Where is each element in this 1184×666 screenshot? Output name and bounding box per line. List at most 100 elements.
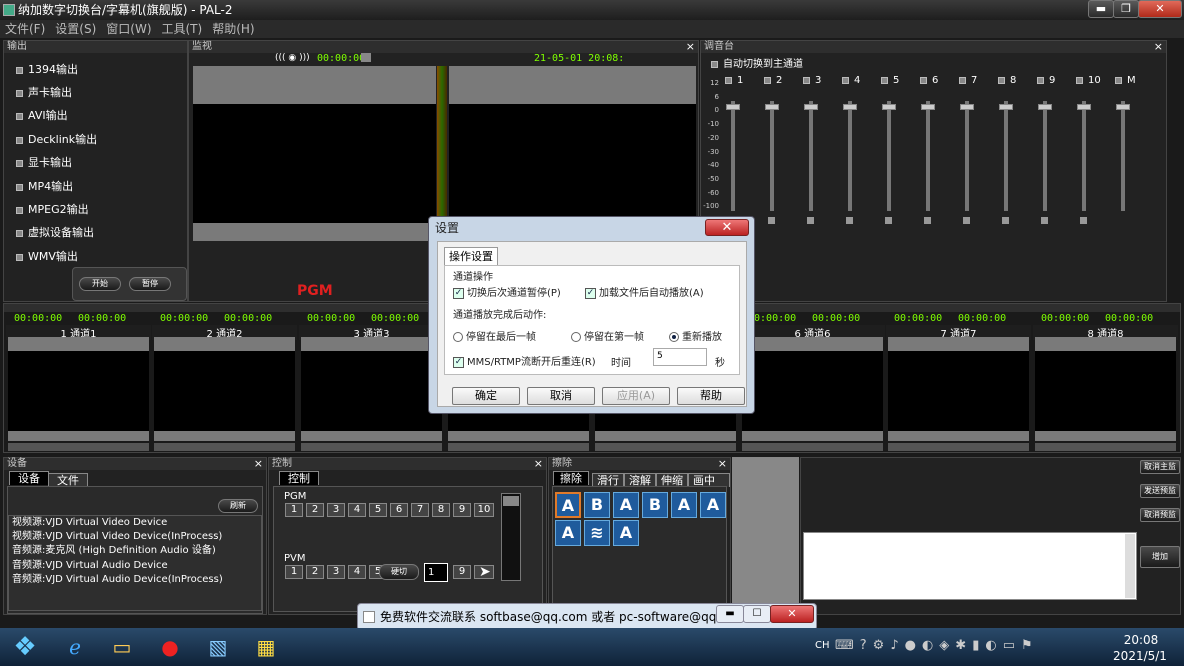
language-indicator[interactable]: CH	[815, 640, 830, 651]
cancel-preview-button[interactable]: 取消预监	[1140, 508, 1180, 522]
snapshot-icon[interactable]	[361, 53, 371, 62]
list-item[interactable]: 视频源:VJD Virtual Video Device(InProcess)	[12, 530, 261, 544]
pgm-button-1[interactable]: 1	[285, 503, 303, 517]
pgm-button-5[interactable]: 5	[369, 503, 387, 517]
start-button[interactable]: 开始	[79, 277, 121, 291]
folder-icon[interactable]: ▭	[102, 631, 142, 663]
menu-window[interactable]: 窗口(W)	[106, 22, 151, 36]
mixer-channel-3[interactable]: 3	[803, 75, 833, 224]
monitor-close-icon[interactable]: ×	[686, 41, 695, 53]
cancel-button[interactable]: 取消	[527, 387, 595, 405]
tab-slide[interactable]: 滑行	[592, 473, 624, 487]
cancel-main-button[interactable]: 取消主监	[1140, 460, 1180, 474]
mixer-close-icon[interactable]: ×	[1154, 41, 1163, 53]
output-item-wmv[interactable]: WMV输出	[16, 248, 78, 264]
channel-8[interactable]: 00:00:00 00:00:00 8 通道8	[1033, 313, 1178, 453]
pgm-button-2[interactable]: 2	[306, 503, 324, 517]
pgm-button-10[interactable]: 10	[474, 503, 494, 517]
output-item-soundcard[interactable]: 声卡输出	[16, 84, 72, 100]
menu-settings[interactable]: 设置(S)	[55, 22, 96, 36]
tab-device[interactable]: 设备	[9, 471, 49, 485]
apply-button[interactable]: 应用(A)	[602, 387, 670, 405]
pause-after-switch-checkbox[interactable]: ✓ 切换后次通道暂停(P)	[453, 284, 561, 299]
float-minimize-button[interactable]: ▬	[716, 605, 744, 623]
list-item[interactable]: 音频源:麦克风 (High Definition Audio 设备)	[12, 544, 261, 558]
list-item[interactable]: 音频源:VJD Virtual Audio Device	[12, 559, 261, 573]
mixer-channel-1[interactable]: 1	[725, 75, 755, 224]
list-item[interactable]: 视频源:VJD Virtual Video Device	[12, 516, 261, 530]
minimize-button[interactable]: ▬	[1088, 0, 1114, 18]
pause-button[interactable]: 暂停	[129, 277, 171, 291]
float-close-button[interactable]: ✕	[770, 605, 814, 623]
help-button[interactable]: 帮助	[677, 387, 745, 405]
caption-text-area[interactable]	[803, 532, 1137, 600]
output-item-virtual[interactable]: 虚拟设备输出	[16, 224, 94, 240]
effects-close-icon[interactable]: ×	[718, 458, 727, 470]
radio-replay[interactable]: 重新播放	[669, 328, 722, 343]
mixer-channel-6[interactable]: 6	[920, 75, 950, 224]
effect-wipe-6-icon[interactable]: A	[700, 492, 726, 518]
transition-slider[interactable]	[501, 493, 521, 581]
refresh-button[interactable]: 刷新	[218, 499, 258, 513]
add-button[interactable]: 增加	[1140, 546, 1180, 568]
close-button[interactable]: ✕	[1138, 0, 1182, 18]
pgm-button-8[interactable]: 8	[432, 503, 450, 517]
autoplay-checkbox[interactable]: ✓ 加载文件后自动播放(A)	[585, 284, 704, 299]
effect-wipe-2-icon[interactable]: B	[584, 492, 610, 518]
output-item-display[interactable]: 显卡输出	[16, 154, 72, 170]
cut-button[interactable]: 硬切	[379, 564, 419, 580]
float-maximize-button[interactable]: ☐	[743, 605, 771, 623]
tab-file[interactable]: 文件	[48, 473, 88, 487]
control-close-icon[interactable]: ×	[534, 458, 543, 470]
pvm-button-2[interactable]: 2	[306, 565, 324, 579]
device-close-icon[interactable]: ×	[254, 458, 263, 470]
maximize-button[interactable]: ❐	[1113, 0, 1139, 18]
channel-6[interactable]: 00:00:00 00:00:00 6 通道6	[740, 313, 885, 453]
radio-stay-first[interactable]: 停留在第一帧	[571, 328, 644, 343]
tray-icons[interactable]: ⌨?⚙♪●◐◈✱▮◐▭⚑	[835, 638, 1039, 653]
ie-icon[interactable]: ℯ	[55, 631, 95, 663]
record-icon[interactable]: ●	[150, 631, 190, 663]
tab-stretch[interactable]: 伸缩	[656, 473, 688, 487]
pvm-button-3[interactable]: 3	[327, 565, 345, 579]
effect-wipe-8-icon[interactable]: ≋	[584, 520, 610, 546]
tab-control[interactable]: 控制	[279, 471, 319, 485]
channel-7[interactable]: 00:00:00 00:00:00 7 通道7	[886, 313, 1031, 453]
pvm-button-1[interactable]: 1	[285, 565, 303, 579]
effect-wipe-5-icon[interactable]: A	[671, 492, 697, 518]
output-item-decklink[interactable]: Decklink输出	[16, 131, 97, 147]
mixer-channel-5[interactable]: 5	[881, 75, 911, 224]
selected-channel-box[interactable]: 1	[424, 563, 448, 582]
pgm-button-7[interactable]: 7	[411, 503, 429, 517]
radio-stay-last[interactable]: 停留在最后一帧	[453, 328, 536, 343]
mixer-channel-10[interactable]: 10	[1076, 75, 1106, 224]
pvm-button-9[interactable]: 9	[453, 565, 471, 579]
output-item-1394[interactable]: 1394输出	[16, 61, 78, 77]
menu-file[interactable]: 文件(F)	[5, 22, 45, 36]
pgm-button-4[interactable]: 4	[348, 503, 366, 517]
tab-wipe[interactable]: 擦除	[553, 471, 589, 485]
auto-switch-option[interactable]: 自动切换到主通道	[711, 55, 803, 70]
mixer-channel-8[interactable]: 8	[998, 75, 1028, 224]
channel-2[interactable]: 00:00:00 00:00:00 2 通道2	[152, 313, 297, 453]
effect-wipe-3-icon[interactable]: A	[613, 492, 639, 518]
menu-help[interactable]: 帮助(H)	[212, 22, 254, 36]
start-orb-icon[interactable]: ❖	[2, 631, 48, 663]
reconnect-checkbox[interactable]: ✓ MMS/RTMP流断开后重连(R)	[453, 353, 596, 368]
output-item-avi[interactable]: AVI输出	[16, 107, 68, 123]
effect-wipe-4-icon[interactable]: B	[642, 492, 668, 518]
dialog-close-button[interactable]: ✕	[705, 219, 749, 236]
output-item-mp4[interactable]: MP4输出	[16, 178, 73, 194]
mixer-channel-master[interactable]: M	[1115, 75, 1145, 211]
tab-dissolve[interactable]: 溶解	[624, 473, 656, 487]
channel-3[interactable]: 00:00:00 00:00:00 3 通道3	[299, 313, 444, 453]
mixer-channel-9[interactable]: 9	[1037, 75, 1067, 224]
effect-wipe-7-icon[interactable]: A	[555, 520, 581, 546]
tab-pip[interactable]: 画中画	[688, 473, 730, 500]
output-item-mpeg2[interactable]: MPEG2输出	[16, 201, 89, 217]
mixer-channel-7[interactable]: 7	[959, 75, 989, 224]
send-preview-button[interactable]: 发送预监	[1140, 484, 1180, 498]
list-item[interactable]: 音频源:VJD Virtual Audio Device(InProcess)	[12, 573, 261, 587]
menu-tools[interactable]: 工具(T)	[162, 22, 203, 36]
ok-button[interactable]: 确定	[452, 387, 520, 405]
